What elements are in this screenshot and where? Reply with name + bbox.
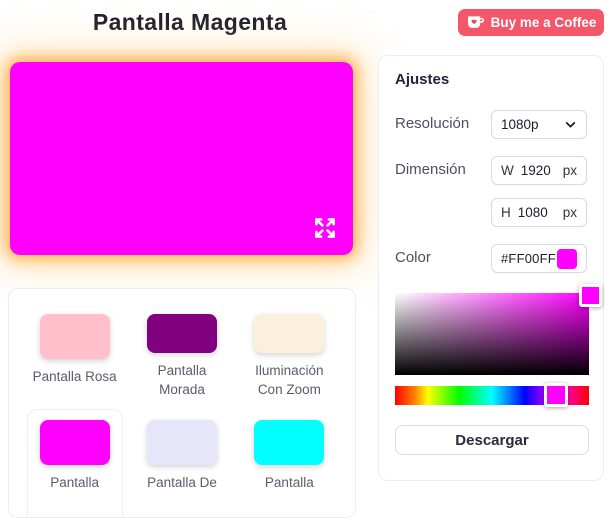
swatch-pantalla-de[interactable]: Pantalla De (134, 409, 230, 517)
settings-title: Ajustes (395, 71, 450, 88)
buy-me-a-coffee-button[interactable]: Buy me a Coffee (458, 9, 604, 36)
saturation-value-handle[interactable] (579, 284, 602, 307)
width-value: 1920 (520, 163, 551, 178)
download-button[interactable]: Descargar (395, 425, 589, 455)
color-hex-value: #FF00FF (501, 251, 556, 266)
swatch-tile (39, 420, 110, 465)
height-unit: px (562, 205, 577, 220)
color-mini-swatch (557, 248, 577, 269)
swatch-label: Pantalla De (147, 475, 217, 490)
hue-handle[interactable] (544, 383, 569, 407)
resolution-label: Resolución (395, 115, 470, 132)
width-input[interactable]: W 1920 px (491, 156, 587, 185)
width-unit: px (562, 163, 577, 178)
page-title: Pantalla Magenta (92, 9, 288, 35)
swatch-pantalla-rosa[interactable]: Pantalla Rosa (27, 303, 123, 409)
resolution-select[interactable]: 1080p (491, 110, 587, 139)
swatch-tile (39, 314, 110, 359)
swatch-label: Iluminación Con Zoom (255, 363, 324, 397)
height-prefix: H (501, 205, 511, 220)
resolution-row: Resolución 1080p (395, 110, 587, 139)
saturation-value-picker[interactable] (395, 284, 602, 375)
color-row: Color #FF00FF (395, 244, 587, 273)
resolution-value: 1080p (501, 117, 539, 132)
swatch-label: Pantalla (264, 475, 314, 490)
swatch-tile (146, 314, 217, 353)
coffee-button-label: Buy me a Coffee (490, 15, 597, 30)
width-prefix: W (501, 163, 514, 178)
fullscreen-expand-icon[interactable] (311, 214, 339, 242)
dimension-label: Dimensión (395, 161, 466, 178)
height-value: 1080 (517, 205, 548, 220)
color-screen-preview[interactable] (10, 62, 353, 255)
settings-panel: Ajustes Resolución 1080p Dimensión W 192… (378, 55, 604, 481)
swatch-pantalla-morada[interactable]: Pantalla Morada (134, 303, 230, 409)
color-hex-input[interactable]: #FF00FF (491, 244, 587, 273)
screen-gallery-card: Pantalla Rosa Pantalla Morada Iluminació… (8, 288, 356, 518)
swatch-tile (254, 314, 325, 353)
swatch-pantalla-cian[interactable]: Pantalla (241, 409, 337, 517)
swatch-tile (254, 420, 325, 465)
hue-slider[interactable] (395, 383, 589, 407)
swatch-iluminacion-con-zoom[interactable]: Iluminación Con Zoom (241, 303, 337, 409)
chevron-down-icon (564, 118, 577, 131)
height-input[interactable]: H 1080 px (491, 198, 587, 227)
swatch-label: Pantalla Rosa (32, 369, 117, 384)
swatch-tile (146, 420, 217, 465)
coffee-cup-icon (466, 15, 485, 30)
color-label: Color (395, 249, 431, 266)
dimension-row: Dimensión W 1920 px H 1080 px (395, 156, 587, 227)
swatch-label: Pantalla (50, 475, 100, 490)
swatch-pantalla-magenta[interactable]: Pantalla (26, 409, 123, 517)
swatch-label: Pantalla Morada (157, 363, 207, 397)
